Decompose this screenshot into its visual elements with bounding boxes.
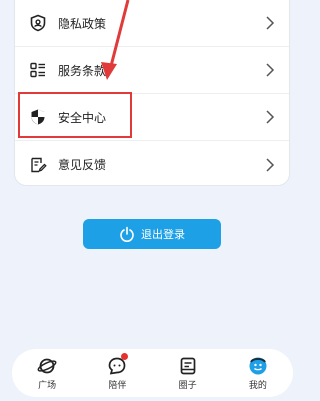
tab-companion[interactable]: 陪伴 (87, 352, 147, 391)
menu-item-label: 服务条款 (58, 63, 107, 78)
chevron-right-icon (266, 110, 275, 124)
tab-mine[interactable]: 我的 (228, 356, 288, 391)
tab-label: 圈子 (178, 380, 197, 391)
chevron-right-icon (266, 16, 275, 30)
security-shield-icon (28, 107, 48, 127)
tab-square[interactable]: 广场 (17, 356, 77, 391)
bottom-tab-bar: 广场 陪伴 圈子 我的 (12, 349, 293, 397)
settings-menu-card: 隐私政策 服务条款 安全中心 意见反馈 (14, 0, 290, 186)
menu-item-security-center[interactable]: 安全中心 (15, 94, 289, 141)
power-icon (119, 226, 135, 242)
tab-circle[interactable]: 圈子 (158, 356, 218, 391)
planet-icon (37, 358, 57, 373)
tab-label: 陪伴 (108, 380, 127, 391)
notebook-icon (180, 357, 195, 374)
menu-item-privacy-policy[interactable]: 隐私政策 (15, 0, 289, 47)
menu-item-terms-of-service[interactable]: 服务条款 (15, 47, 289, 94)
logout-button[interactable]: 退出登录 (83, 219, 221, 249)
feedback-icon (28, 155, 48, 175)
profile-icon (249, 357, 267, 374)
menu-item-feedback[interactable]: 意见反馈 (15, 141, 289, 188)
menu-item-label: 安全中心 (58, 110, 107, 125)
notification-badge (121, 352, 129, 360)
logout-label: 退出登录 (141, 228, 185, 241)
chevron-right-icon (266, 63, 275, 77)
menu-item-label: 隐私政策 (58, 16, 107, 31)
shield-user-icon (28, 13, 48, 33)
list-icon (28, 60, 48, 80)
menu-item-label: 意见反馈 (58, 158, 107, 172)
chevron-right-icon (266, 157, 275, 172)
tab-label: 我的 (248, 380, 267, 391)
tab-label: 广场 (38, 380, 57, 391)
